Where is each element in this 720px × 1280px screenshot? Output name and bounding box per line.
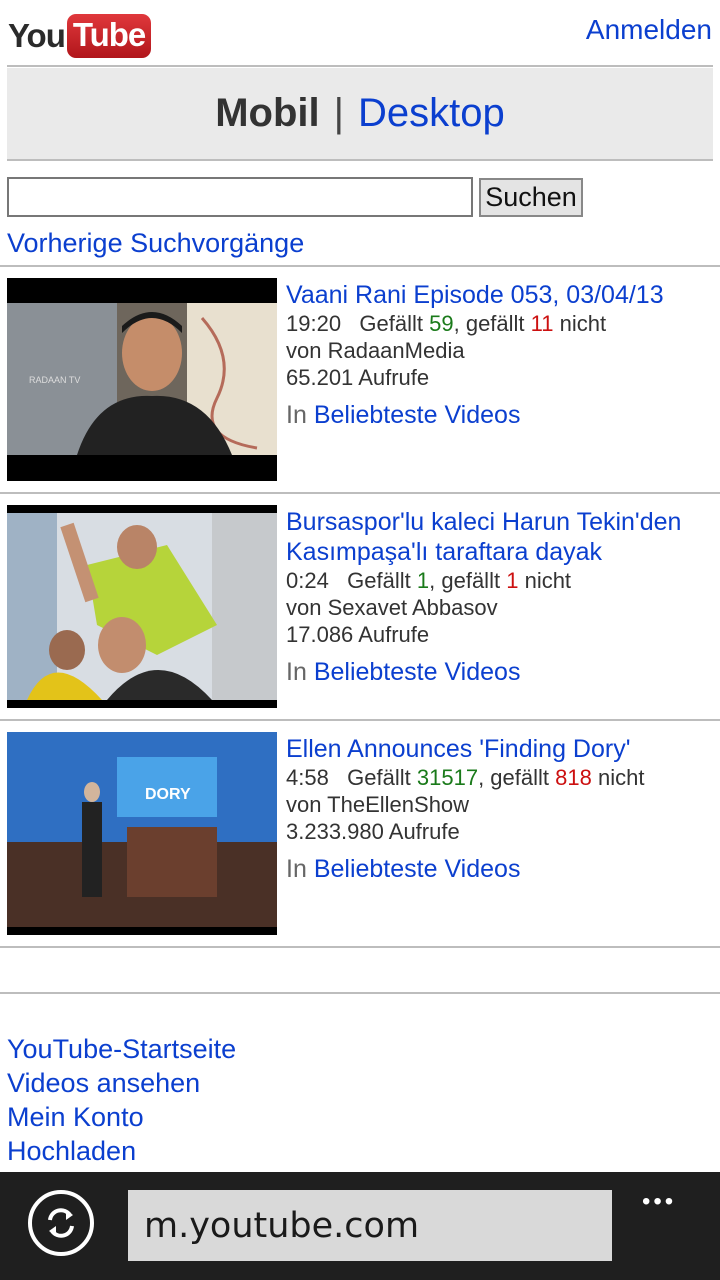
dislikes-suffix: nicht (524, 568, 572, 593)
likes-count: 31517 (416, 765, 479, 790)
video-info: Ellen Announces 'Finding Dory' 4:58 Gefä… (286, 734, 716, 884)
likes-label: Gefällt (347, 765, 411, 790)
dislikes-prefix: , gefällt (478, 765, 550, 790)
dislikes-prefix: , gefällt (453, 311, 525, 336)
divider (0, 265, 720, 267)
dislikes-count: 11 (530, 311, 554, 336)
youtube-logo[interactable]: You Tube (8, 14, 152, 58)
video-category: In Beliebteste Videos (286, 401, 716, 430)
video-views: 3.233.980 Aufrufe (286, 819, 460, 844)
more-menu-icon[interactable]: ••• (642, 1188, 676, 1216)
video-author: von Sexavet Abbasov (286, 595, 498, 620)
video-author: von RadaanMedia (286, 338, 465, 363)
video-thumbnail[interactable]: DORY (7, 732, 277, 935)
dislikes-prefix: , gefällt (429, 568, 501, 593)
logo-tube-text: Tube (66, 14, 152, 58)
svg-text:DORY: DORY (145, 786, 191, 803)
url-field[interactable]: m.youtube.com (128, 1190, 612, 1261)
previous-searches-link[interactable]: Vorherige Suchvorgänge (7, 228, 304, 259)
video-title-link[interactable]: Bursaspor'lu kaleci Harun Tekin'den Kası… (286, 507, 716, 567)
video-thumbnail[interactable]: RADAAN TV (7, 278, 277, 481)
video-stats: 0:24 Gefällt 1, gefällt 1 nicht (286, 567, 716, 594)
likes-count: 59 (429, 311, 454, 336)
svg-text:RADAAN TV: RADAAN TV (29, 375, 80, 385)
divider (0, 492, 720, 494)
video-stats: 4:58 Gefällt 31517, gefällt 818 nicht (286, 764, 716, 791)
video-info: Vaani Rani Episode 053, 03/04/13 19:20 G… (286, 280, 716, 430)
video-thumbnail[interactable] (7, 505, 277, 708)
footer-link-browse[interactable]: Videos ansehen (7, 1066, 236, 1100)
mode-desktop-link[interactable]: Desktop (358, 91, 505, 136)
search-button[interactable]: Suchen (479, 178, 583, 217)
mode-mobile-label: Mobil (215, 91, 320, 135)
video-info: Bursaspor'lu kaleci Harun Tekin'den Kası… (286, 507, 716, 687)
likes-label: Gefällt (359, 311, 423, 336)
dislikes-count: 1 (506, 568, 519, 593)
refresh-icon (48, 1208, 74, 1238)
signin-link[interactable]: Anmelden (586, 14, 712, 46)
likes-count: 1 (416, 568, 430, 593)
video-title-link[interactable]: Ellen Announces 'Finding Dory' (286, 734, 716, 764)
dislikes-suffix: nicht (559, 311, 607, 336)
likes-label: Gefällt (347, 568, 411, 593)
divider (0, 992, 720, 994)
divider (0, 719, 720, 721)
refresh-button[interactable] (28, 1190, 94, 1256)
category-in-label: In (286, 658, 307, 686)
category-in-label: In (286, 401, 307, 429)
divider (7, 65, 713, 67)
dislikes-count: 818 (555, 765, 592, 790)
header: You Tube Anmelden (0, 0, 720, 66)
video-author: von TheEllenShow (286, 792, 470, 817)
video-item: RADAAN TV Vaani Rani Episode 053, 03/04/… (0, 278, 720, 488)
footer-link-account[interactable]: Mein Konto (7, 1100, 236, 1134)
video-title-link[interactable]: Vaani Rani Episode 053, 03/04/13 (286, 280, 716, 310)
footer-links: YouTube-Startseite Videos ansehen Mein K… (7, 1032, 236, 1168)
browser-address-bar: m.youtube.com ••• (0, 1172, 720, 1280)
category-link[interactable]: Beliebteste Videos (314, 401, 521, 429)
video-item: DORY Ellen Announces 'Finding Dory' 4:58… (0, 732, 720, 942)
category-link[interactable]: Beliebteste Videos (314, 855, 521, 883)
footer-link-upload[interactable]: Hochladen (7, 1134, 236, 1168)
footer-link-home[interactable]: YouTube-Startseite (7, 1032, 236, 1066)
logo-you-text: You (8, 17, 66, 54)
video-category: In Beliebteste Videos (286, 658, 716, 687)
search-input[interactable] (7, 177, 473, 217)
video-views: 17.086 Aufrufe (286, 622, 430, 647)
category-in-label: In (286, 855, 307, 883)
video-views: 65.201 Aufrufe (286, 365, 430, 390)
video-duration: 0:24 (286, 568, 329, 593)
video-stats: 19:20 Gefällt 59, gefällt 11 nicht (286, 310, 716, 337)
dislikes-suffix: nicht (597, 765, 645, 790)
video-category: In Beliebteste Videos (286, 855, 716, 884)
divider (7, 159, 713, 161)
mode-switch-bar: Mobil | Desktop (7, 68, 713, 159)
category-link[interactable]: Beliebteste Videos (314, 658, 521, 686)
video-duration: 19:20 (286, 311, 342, 336)
video-item: Bursaspor'lu kaleci Harun Tekin'den Kası… (0, 505, 720, 715)
mode-separator: | (333, 91, 345, 135)
divider (0, 946, 720, 948)
video-duration: 4:58 (286, 765, 329, 790)
